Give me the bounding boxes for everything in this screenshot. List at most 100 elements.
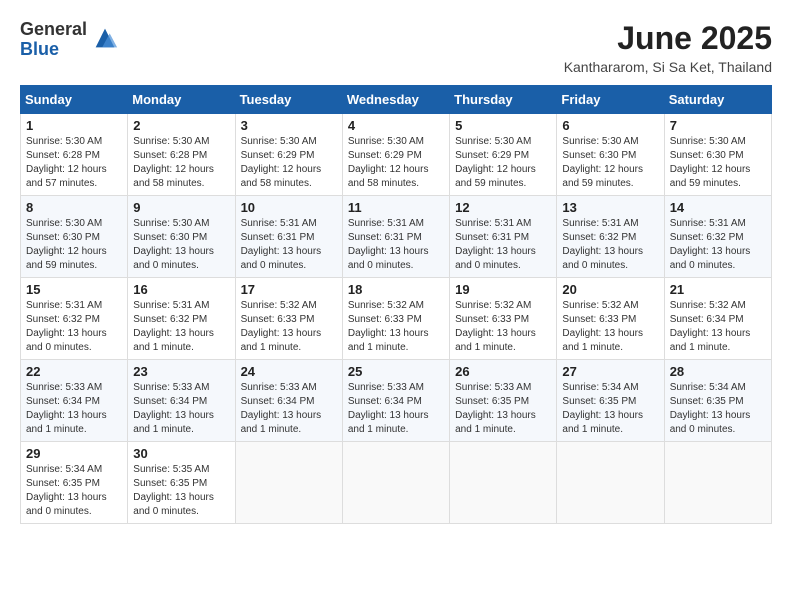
day-info: Sunrise: 5:31 AMSunset: 6:32 PMDaylight:…: [670, 217, 766, 273]
table-row: [235, 442, 342, 524]
header-friday: Friday: [557, 86, 664, 114]
table-row: 10 Sunrise: 5:31 AMSunset: 6:31 PMDayligh…: [235, 196, 342, 278]
calendar-header-row: Sunday Monday Tuesday Wednesday Thursday…: [21, 86, 772, 114]
day-info: Sunrise: 5:34 AMSunset: 6:35 PMDaylight:…: [670, 381, 766, 437]
day-number: 16: [133, 282, 229, 297]
day-number: 6: [562, 118, 658, 133]
day-number: 1: [26, 118, 122, 133]
day-number: 22: [26, 364, 122, 379]
table-row: 1 Sunrise: 5:30 AMSunset: 6:28 PMDaylight…: [21, 114, 128, 196]
table-row: 27 Sunrise: 5:34 AMSunset: 6:35 PMDayligh…: [557, 360, 664, 442]
logo-text: General Blue: [20, 20, 87, 60]
calendar-week-row: 29 Sunrise: 5:34 AMSunset: 6:35 PMDayligh…: [21, 442, 772, 524]
table-row: [450, 442, 557, 524]
day-number: 7: [670, 118, 766, 133]
day-number: 19: [455, 282, 551, 297]
title-area: June 2025 Kanthararom, Si Sa Ket, Thaila…: [564, 20, 772, 75]
table-row: 25 Sunrise: 5:33 AMSunset: 6:34 PMDayligh…: [342, 360, 449, 442]
calendar-week-row: 15 Sunrise: 5:31 AMSunset: 6:32 PMDayligh…: [21, 278, 772, 360]
day-info: Sunrise: 5:32 AMSunset: 6:33 PMDaylight:…: [241, 299, 337, 355]
day-number: 20: [562, 282, 658, 297]
table-row: 28 Sunrise: 5:34 AMSunset: 6:35 PMDayligh…: [664, 360, 771, 442]
day-info: Sunrise: 5:34 AMSunset: 6:35 PMDaylight:…: [26, 463, 122, 519]
day-number: 28: [670, 364, 766, 379]
day-info: Sunrise: 5:35 AMSunset: 6:35 PMDaylight:…: [133, 463, 229, 519]
day-number: 23: [133, 364, 229, 379]
day-number: 30: [133, 446, 229, 461]
table-row: 9 Sunrise: 5:30 AMSunset: 6:30 PMDaylight…: [128, 196, 235, 278]
table-row: 21Sunrise: 5:32 AMSunset: 6:34 PMDayligh…: [664, 278, 771, 360]
day-number: 4: [348, 118, 444, 133]
calendar-table: Sunday Monday Tuesday Wednesday Thursday…: [20, 85, 772, 524]
day-info: Sunrise: 5:31 AMSunset: 6:32 PMDaylight:…: [133, 299, 229, 355]
table-row: 17 Sunrise: 5:32 AMSunset: 6:33 PMDayligh…: [235, 278, 342, 360]
table-row: 15 Sunrise: 5:31 AMSunset: 6:32 PMDayligh…: [21, 278, 128, 360]
day-number: 29: [26, 446, 122, 461]
day-number: 8: [26, 200, 122, 215]
table-row: 4 Sunrise: 5:30 AMSunset: 6:29 PMDaylight…: [342, 114, 449, 196]
header-tuesday: Tuesday: [235, 86, 342, 114]
logo-blue: Blue: [20, 40, 87, 60]
table-row: 2 Sunrise: 5:30 AMSunset: 6:28 PMDaylight…: [128, 114, 235, 196]
day-number: 25: [348, 364, 444, 379]
table-row: 11 Sunrise: 5:31 AMSunset: 6:31 PMDayligh…: [342, 196, 449, 278]
table-row: 24 Sunrise: 5:33 AMSunset: 6:34 PMDayligh…: [235, 360, 342, 442]
day-info: Sunrise: 5:33 AMSunset: 6:34 PMDaylight:…: [241, 381, 337, 437]
day-number: 26: [455, 364, 551, 379]
table-row: 20 Sunrise: 5:32 AMSunset: 6:33 PMDayligh…: [557, 278, 664, 360]
day-info: Sunrise: 5:33 AMSunset: 6:35 PMDaylight:…: [455, 381, 551, 437]
day-info: Sunrise: 5:33 AMSunset: 6:34 PMDaylight:…: [133, 381, 229, 437]
day-number: 3: [241, 118, 337, 133]
day-info: Sunrise: 5:30 AMSunset: 6:29 PMDaylight:…: [348, 135, 444, 191]
day-number: 5: [455, 118, 551, 133]
day-number: 11: [348, 200, 444, 215]
table-row: 26 Sunrise: 5:33 AMSunset: 6:35 PMDayligh…: [450, 360, 557, 442]
day-info: Sunrise: 5:31 AMSunset: 6:32 PMDaylight:…: [562, 217, 658, 273]
table-row: 12Sunrise: 5:31 AMSunset: 6:31 PMDayligh…: [450, 196, 557, 278]
day-info: Sunrise: 5:30 AMSunset: 6:30 PMDaylight:…: [562, 135, 658, 191]
header-sunday: Sunday: [21, 86, 128, 114]
day-info: Sunrise: 5:31 AMSunset: 6:32 PMDaylight:…: [26, 299, 122, 355]
day-number: 17: [241, 282, 337, 297]
day-number: 12: [455, 200, 551, 215]
table-row: [557, 442, 664, 524]
day-info: Sunrise: 5:31 AMSunset: 6:31 PMDaylight:…: [241, 217, 337, 273]
day-number: 13: [562, 200, 658, 215]
header-thursday: Thursday: [450, 86, 557, 114]
header: General Blue June 2025 Kanthararom, Si S…: [20, 20, 772, 75]
table-row: [342, 442, 449, 524]
table-row: 29 Sunrise: 5:34 AMSunset: 6:35 PMDayligh…: [21, 442, 128, 524]
calendar-week-row: 8 Sunrise: 5:30 AMSunset: 6:30 PMDaylight…: [21, 196, 772, 278]
day-number: 21: [670, 282, 766, 297]
day-info: Sunrise: 5:30 AMSunset: 6:30 PMDaylight:…: [670, 135, 766, 191]
day-info: Sunrise: 5:30 AMSunset: 6:28 PMDaylight:…: [26, 135, 122, 191]
header-wednesday: Wednesday: [342, 86, 449, 114]
logo-icon: [91, 24, 119, 52]
table-row: 6 Sunrise: 5:30 AMSunset: 6:30 PMDaylight…: [557, 114, 664, 196]
day-info: Sunrise: 5:32 AMSunset: 6:33 PMDaylight:…: [348, 299, 444, 355]
day-info: Sunrise: 5:31 AMSunset: 6:31 PMDaylight:…: [348, 217, 444, 273]
table-row: 19 Sunrise: 5:32 AMSunset: 6:33 PMDayligh…: [450, 278, 557, 360]
day-number: 24: [241, 364, 337, 379]
day-number: 10: [241, 200, 337, 215]
day-info: Sunrise: 5:30 AMSunset: 6:29 PMDaylight:…: [455, 135, 551, 191]
table-row: 8Sunrise: 5:30 AMSunset: 6:30 PMDaylight…: [21, 196, 128, 278]
day-info: Sunrise: 5:34 AMSunset: 6:35 PMDaylight:…: [562, 381, 658, 437]
calendar-week-row: 1 Sunrise: 5:30 AMSunset: 6:28 PMDaylight…: [21, 114, 772, 196]
day-number: 14: [670, 200, 766, 215]
day-number: 2: [133, 118, 229, 133]
table-row: 16 Sunrise: 5:31 AMSunset: 6:32 PMDayligh…: [128, 278, 235, 360]
table-row: 30 Sunrise: 5:35 AMSunset: 6:35 PMDayligh…: [128, 442, 235, 524]
header-monday: Monday: [128, 86, 235, 114]
day-info: Sunrise: 5:30 AMSunset: 6:30 PMDaylight:…: [133, 217, 229, 273]
day-number: 27: [562, 364, 658, 379]
day-info: Sunrise: 5:30 AMSunset: 6:29 PMDaylight:…: [241, 135, 337, 191]
day-info: Sunrise: 5:33 AMSunset: 6:34 PMDaylight:…: [348, 381, 444, 437]
table-row: 14 Sunrise: 5:31 AMSunset: 6:32 PMDayligh…: [664, 196, 771, 278]
day-info: Sunrise: 5:30 AMSunset: 6:28 PMDaylight:…: [133, 135, 229, 191]
calendar-week-row: 22 Sunrise: 5:33 AMSunset: 6:34 PMDayligh…: [21, 360, 772, 442]
day-number: 9: [133, 200, 229, 215]
day-info: Sunrise: 5:32 AMSunset: 6:33 PMDaylight:…: [562, 299, 658, 355]
day-info: Sunrise: 5:32 AMSunset: 6:33 PMDaylight:…: [455, 299, 551, 355]
day-number: 15: [26, 282, 122, 297]
